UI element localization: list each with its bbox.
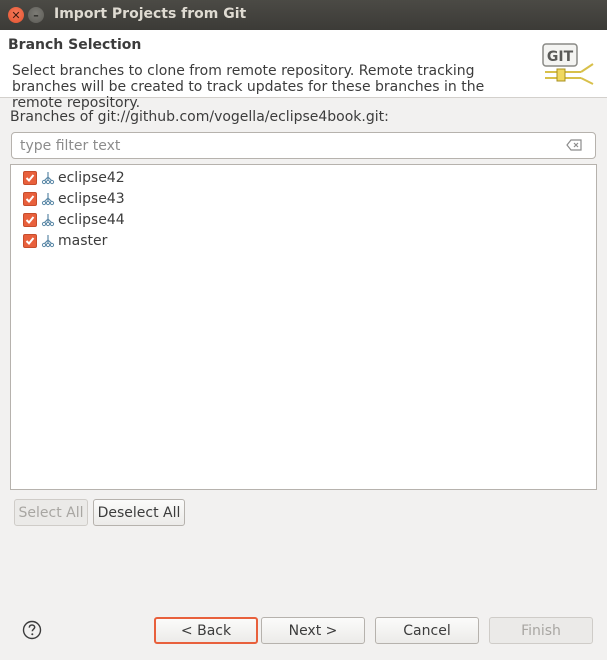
- branch-label: eclipse42: [58, 170, 125, 186]
- git-logo-icon: GIT: [542, 43, 594, 85]
- branch-icon: [41, 172, 55, 185]
- branch-icon: [41, 214, 55, 227]
- branch-icon: [41, 193, 55, 206]
- branch-item[interactable]: eclipse42: [23, 168, 125, 188]
- window-title: Import Projects from Git: [54, 6, 247, 22]
- check-icon: [25, 174, 35, 182]
- deselect-all-button[interactable]: Deselect All: [93, 499, 185, 526]
- page-description: Select branches to clone from remote rep…: [12, 63, 485, 111]
- checkbox[interactable]: [23, 171, 37, 185]
- branch-item[interactable]: eclipse43: [23, 189, 125, 209]
- check-icon: [25, 237, 35, 245]
- check-icon: [25, 216, 35, 224]
- branch-label: eclipse43: [58, 191, 125, 207]
- branches-label: Branches of git://github.com/vogella/ecl…: [10, 109, 389, 125]
- branch-label: master: [58, 233, 108, 249]
- page-title: Branch Selection: [8, 37, 142, 53]
- next-button[interactable]: Next >: [261, 617, 365, 644]
- cancel-button[interactable]: Cancel: [375, 617, 479, 644]
- branch-icon: [41, 235, 55, 248]
- checkbox[interactable]: [23, 234, 37, 248]
- select-all-button[interactable]: Select All: [14, 499, 88, 526]
- logo-text: GIT: [547, 49, 574, 65]
- wizard-header: Branch Selection Select branches to clon…: [0, 30, 607, 111]
- title-bar: ✕ – Import Projects from Git: [0, 0, 607, 30]
- finish-button[interactable]: Finish: [489, 617, 593, 644]
- checkbox[interactable]: [23, 192, 37, 206]
- branch-item[interactable]: master: [23, 231, 107, 251]
- back-button[interactable]: < Back: [154, 617, 258, 644]
- clear-filter-icon[interactable]: [566, 139, 582, 151]
- minimize-icon[interactable]: –: [28, 7, 44, 23]
- check-icon: [25, 195, 35, 203]
- branch-list[interactable]: eclipse42 eclipse43 eclipse44 master: [10, 164, 597, 490]
- help-icon[interactable]: [22, 620, 42, 640]
- branch-item[interactable]: eclipse44: [23, 210, 125, 230]
- filter-input[interactable]: [11, 132, 596, 159]
- close-icon[interactable]: ✕: [8, 7, 24, 23]
- branch-label: eclipse44: [58, 212, 125, 228]
- checkbox[interactable]: [23, 213, 37, 227]
